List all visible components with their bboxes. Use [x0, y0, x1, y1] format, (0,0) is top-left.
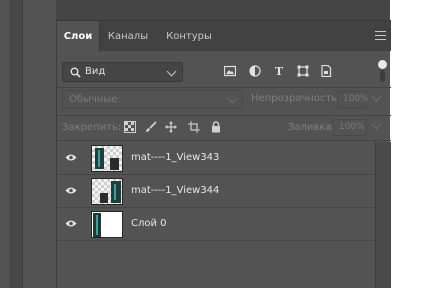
layer-filter-value: Вид	[85, 66, 106, 77]
blend-mode-value: Обычные	[69, 94, 118, 105]
layers-list: mat----1_View343 mat----1_View344 Слой 0	[57, 142, 375, 288]
lock-all-icon[interactable]	[210, 121, 222, 133]
type-filter-icon[interactable]: T	[273, 65, 285, 78]
lock-artboard-icon[interactable]	[188, 121, 200, 133]
layers-scrollbar[interactable]	[375, 142, 391, 288]
divider	[57, 140, 391, 141]
filter-toggle[interactable]	[377, 60, 387, 84]
lock-transparent-pixels-icon[interactable]	[124, 121, 136, 133]
tab-channels[interactable]: Каналы	[103, 21, 153, 52]
fill-input[interactable]: 100%	[333, 119, 367, 136]
smart-object-filter-icon[interactable]	[320, 65, 332, 77]
visibility-eye-icon[interactable]	[65, 153, 77, 162]
fill-chevron-icon[interactable]	[371, 119, 382, 130]
visibility-eye-icon[interactable]	[65, 186, 77, 195]
chevron-down-icon	[166, 66, 177, 77]
thumbnail-figure	[111, 181, 121, 203]
tab-layers[interactable]: Слои	[57, 21, 100, 52]
layers-panel: Слои Каналы Контуры Вид T Обычные Непроз…	[56, 20, 391, 288]
panel-dock-header	[56, 0, 390, 20]
layer-thumbnail	[91, 178, 123, 205]
search-icon	[70, 67, 81, 78]
panel-tabbar: Слои Каналы Контуры	[57, 20, 391, 52]
layer-row[interactable]: mat----1_View344	[57, 175, 375, 208]
adjustment-filter-icon[interactable]	[249, 65, 261, 77]
document-canvas-edge	[390, 0, 422, 288]
tool-column-edge	[9, 0, 23, 288]
opacity-label: Непрозрачность:	[251, 93, 341, 104]
thumbnail-figure	[110, 158, 119, 170]
layer-thumbnail	[91, 211, 123, 238]
divider	[57, 87, 391, 88]
lock-position-icon[interactable]	[165, 121, 177, 133]
divider	[57, 115, 391, 116]
fill-label: Заливка:	[288, 122, 335, 133]
layer-row[interactable]: Слой 0	[57, 208, 375, 241]
blend-mode-select[interactable]: Обычные	[62, 90, 243, 109]
visibility-eye-icon[interactable]	[65, 219, 77, 228]
layer-name[interactable]: mat----1_View344	[131, 185, 219, 196]
thumbnail-figure	[100, 193, 108, 203]
layer-name[interactable]: mat----1_View343	[131, 152, 219, 163]
layer-name[interactable]: Слой 0	[131, 218, 167, 229]
layer-row[interactable]: mat----1_View343	[57, 142, 375, 175]
thumbnail-figure-accent	[98, 150, 100, 167]
lock-image-pixels-icon[interactable]	[145, 121, 157, 133]
opacity-input[interactable]: 100%	[337, 91, 369, 108]
filter-toggle-knob	[377, 60, 387, 69]
image-filter-icon[interactable]	[224, 65, 236, 77]
opacity-chevron-icon[interactable]	[371, 91, 382, 102]
tab-paths[interactable]: Контуры	[159, 21, 219, 52]
lock-label: Закрепить:	[62, 122, 122, 133]
filter-toggle-track	[379, 70, 385, 82]
chevron-down-icon	[227, 93, 238, 104]
thumbnail-figure-accent	[96, 215, 98, 235]
shape-filter-icon[interactable]	[297, 65, 309, 77]
thumbnail-figure-accent	[114, 184, 116, 200]
layer-filter-select[interactable]: Вид	[62, 62, 183, 82]
panel-menu-icon[interactable]	[375, 31, 386, 40]
layer-thumbnail	[91, 145, 123, 172]
